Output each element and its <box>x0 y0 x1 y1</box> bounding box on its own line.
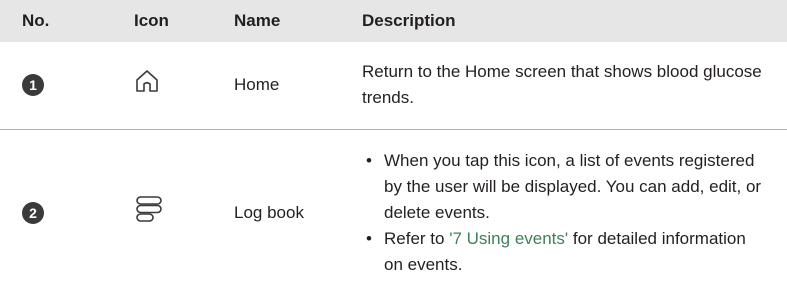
row-description: Return to the Home screen that shows blo… <box>362 62 762 108</box>
header-name: Name <box>234 11 281 30</box>
header-icon: Icon <box>134 11 169 30</box>
table-header-row: No. Icon Name Description <box>0 0 787 42</box>
table-row: 2 Log book When you tap this icon, a lis… <box>0 129 787 297</box>
home-icon <box>134 68 160 102</box>
list-item: When you tap this icon, a list of events… <box>362 148 767 226</box>
section-link[interactable]: '7 Using events' <box>449 229 568 248</box>
row-name: Home <box>234 75 280 95</box>
row-name: Log book <box>234 203 304 223</box>
header-description: Description <box>362 11 456 30</box>
bullet-prefix: Refer to <box>384 229 450 249</box>
number-badge: 1 <box>22 74 44 97</box>
table-row: 1 Home Return to the Home screen that sh… <box>0 42 787 129</box>
header-no: No. <box>22 11 50 30</box>
number-badge: 2 <box>22 202 44 225</box>
description-list: When you tap this icon, a list of events… <box>362 148 767 278</box>
icon-reference-table: No. Icon Name Description 1 Home Return … <box>0 0 787 297</box>
list-item: Refer to '7 Using events' for detailed i… <box>362 226 767 278</box>
log-book-icon <box>134 195 164 231</box>
